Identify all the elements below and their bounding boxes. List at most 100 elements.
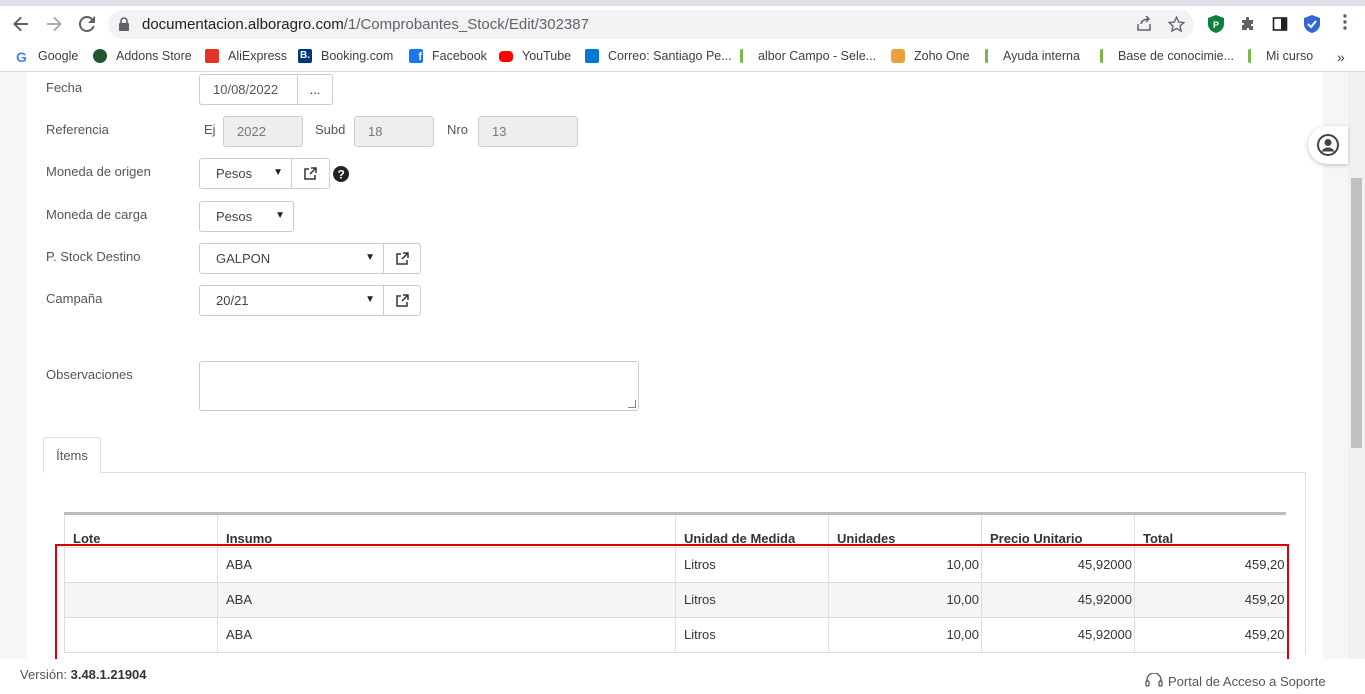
bookmark-ayuda-interna[interactable]: Ayuda interna [985, 49, 1080, 63]
tab-items[interactable]: Ítems [43, 437, 101, 473]
bookmark-facebook[interactable]: f Facebook [409, 49, 487, 63]
col-header-unidades[interactable]: Unidades [828, 515, 982, 548]
more-bookmarks-button[interactable]: » [1337, 49, 1345, 65]
outlook-icon [585, 49, 599, 63]
col-header-unidad-medida[interactable]: Unidad de Medida [675, 515, 829, 548]
moneda-origen-label: Moneda de origen [46, 164, 151, 179]
bookmark-label: YouTube [522, 49, 572, 63]
user-profile-button[interactable] [1308, 126, 1348, 164]
fecha-input[interactable]: 10/08/2022 [199, 74, 298, 105]
fecha-picker-button[interactable]: ... [297, 74, 333, 105]
bookmark-label: AliExpress [228, 49, 288, 63]
bookmark-label: Google [38, 49, 79, 63]
bookmark-base-conocimiento[interactable]: Base de conocimie... [1100, 49, 1234, 63]
tab-strip [0, 0, 1365, 6]
scrollbar-thumb[interactable] [1351, 178, 1362, 448]
bookmark-outlook[interactable]: Correo: Santiago Pe... [585, 49, 732, 63]
version-info: Versión: 3.48.1.21904 [20, 667, 147, 682]
password-manager-extension-icon[interactable]: P [1207, 15, 1225, 33]
observaciones-label: Observaciones [46, 367, 133, 382]
bookmark-albor-campo[interactable]: albor Campo - Sele... [740, 49, 876, 63]
share-icon[interactable] [1135, 15, 1153, 33]
bookmark-mi-curso[interactable]: Mi curso [1248, 49, 1313, 63]
observaciones-textarea[interactable] [199, 361, 639, 411]
browser-toolbar: documentacion.alboragro.com/1/Comprobant… [0, 0, 1365, 42]
reload-icon[interactable] [75, 12, 99, 36]
user-avatar-icon [1317, 134, 1339, 156]
albor-kb-icon [1100, 49, 1109, 63]
bookmark-aliexpress[interactable]: AliExpress [205, 49, 287, 63]
headset-icon [1145, 673, 1163, 687]
booking-icon: B. [298, 49, 312, 63]
bookmark-label: Facebook [432, 49, 487, 63]
campana-value: 20/21 [216, 293, 249, 308]
ej-input: 2022 [223, 116, 303, 147]
bookmark-zoho[interactable]: Zoho One [891, 49, 970, 63]
version-value: 3.48.1.21904 [70, 667, 147, 682]
chevron-down-icon: ▼ [273, 167, 283, 178]
bookmark-booking[interactable]: B. Booking.com [298, 49, 393, 63]
col-header-lote[interactable]: Lote [64, 515, 218, 548]
ej-label: Ej [204, 122, 216, 137]
facebook-icon: f [409, 49, 423, 63]
chevron-down-icon: ▼ [275, 210, 285, 221]
url-path: /1/Comprobantes_Stock/Edit/302387 [343, 16, 589, 33]
google-icon: G [16, 49, 27, 65]
campana-open-button[interactable] [383, 285, 421, 316]
bookmark-label: Zoho One [914, 49, 970, 63]
addons-store-icon [93, 49, 107, 63]
moneda-carga-label: Moneda de carga [46, 207, 148, 222]
moneda-origen-open-button[interactable] [291, 158, 330, 189]
col-header-precio-unitario[interactable]: Precio Unitario [981, 515, 1135, 548]
svg-text:?: ? [338, 168, 345, 182]
chevron-down-icon: ▼ [365, 294, 375, 305]
referencia-label: Referencia [46, 122, 109, 137]
stock-destino-label: P. Stock Destino [46, 249, 141, 264]
shield-check-extension-icon[interactable] [1303, 15, 1321, 33]
bookmark-addons-store[interactable]: Addons Store [93, 49, 192, 63]
albor-course-icon [1248, 49, 1257, 63]
moneda-carga-value: Pesos [216, 209, 253, 224]
back-arrow-icon[interactable] [9, 12, 33, 36]
stock-destino-open-button[interactable] [383, 243, 421, 274]
bookmark-google[interactable]: G Google [16, 49, 79, 65]
moneda-origen-select[interactable]: Pesos ▼ [199, 158, 292, 189]
help-question-icon[interactable]: ? [333, 166, 349, 185]
forward-arrow-icon[interactable] [42, 12, 66, 36]
external-link-icon [395, 252, 409, 265]
bookmark-label: Ayuda interna [1003, 49, 1080, 63]
albor-help-icon [985, 49, 994, 63]
aliexpress-icon [205, 49, 219, 63]
fecha-label: Fecha [46, 80, 83, 95]
puzzle-extensions-icon[interactable] [1239, 15, 1257, 33]
stock-destino-select[interactable]: GALPON ▼ [199, 243, 384, 274]
chrome-menu-icon[interactable] [1336, 13, 1354, 31]
bookmark-label: albor Campo - Sele... [758, 49, 877, 63]
lock-icon[interactable] [118, 17, 130, 34]
albor-icon [740, 49, 749, 63]
col-header-total[interactable]: Total [1134, 515, 1286, 548]
chevron-down-icon: ▼ [365, 252, 375, 263]
stock-destino-value: GALPON [216, 251, 271, 266]
bookmark-label: Booking.com [321, 49, 394, 63]
external-link-icon [304, 167, 317, 180]
col-header-insumo[interactable]: Insumo [217, 515, 676, 548]
side-panel-icon[interactable] [1271, 15, 1289, 33]
nro-label: Nro [447, 122, 468, 137]
campana-select[interactable]: 20/21 ▼ [199, 285, 384, 316]
external-link-icon [395, 294, 409, 307]
subd-input: 18 [354, 116, 434, 147]
url-text[interactable]: documentacion.alboragro.com/1/Comprobant… [142, 16, 589, 33]
bookmark-youtube[interactable]: YouTube [499, 49, 571, 63]
bookmark-label: Mi curso [1266, 49, 1314, 63]
bookmark-label: Addons Store [116, 49, 192, 63]
support-label: Portal de Acceso a Soporte [1168, 673, 1326, 689]
moneda-origen-value: Pesos [216, 166, 253, 181]
url-host: documentacion.alboragro.com [142, 16, 344, 33]
star-icon[interactable] [1167, 15, 1185, 33]
support-portal-link[interactable]: Portal de Acceso a Soporte [1145, 673, 1326, 689]
nro-input: 13 [478, 116, 578, 147]
bookmark-label: Base de conocimie... [1118, 49, 1235, 63]
resize-handle-icon[interactable] [628, 400, 636, 408]
moneda-carga-select[interactable]: Pesos ▼ [199, 201, 294, 232]
